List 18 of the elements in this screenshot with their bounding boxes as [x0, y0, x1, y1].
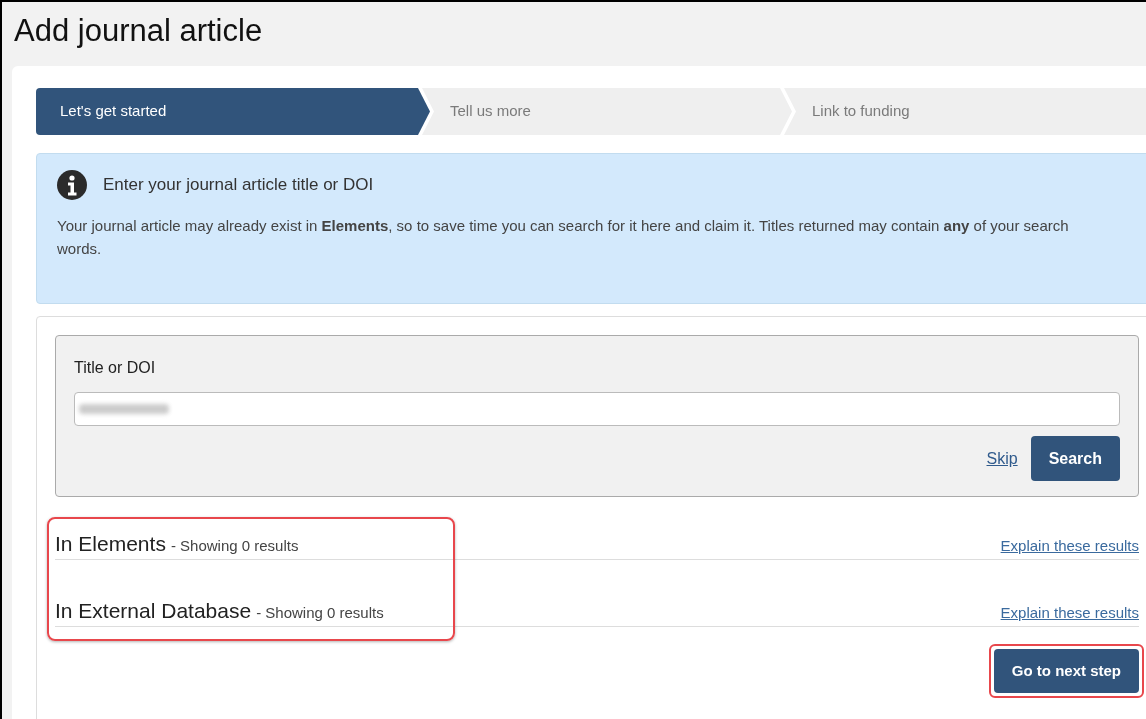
title-input[interactable] [74, 392, 1120, 426]
wizard-step[interactable]: Link to funding [784, 88, 1146, 135]
wizard-step[interactable]: Tell us more [422, 88, 792, 135]
section-title: In Elements [55, 531, 166, 557]
explain-link[interactable]: Explain these results [1000, 534, 1139, 557]
info-icon [57, 170, 87, 200]
wizard-step[interactable]: Let's get started [36, 88, 430, 135]
page-title: Add journal article [14, 12, 263, 50]
search-button[interactable]: Search [1030, 436, 1120, 481]
field-label: Title or DOI [74, 358, 157, 378]
result-count: - Showing 0 results [256, 602, 384, 623]
explain-link[interactable]: Explain these results [1000, 601, 1139, 624]
result-count: - Showing 0 results [170, 535, 299, 556]
info-heading: Enter your journal article title or DOI [103, 174, 374, 197]
next-step-button[interactable]: Go to next step [993, 649, 1139, 693]
info-text: Your journal article may already exist in Elements, so to save time you can search for it here and claim it. Titles returned may contain any of your search words. [57, 216, 1070, 259]
skip-link[interactable]: Skip [986, 446, 1018, 471]
section-title: In External Database [55, 598, 252, 624]
